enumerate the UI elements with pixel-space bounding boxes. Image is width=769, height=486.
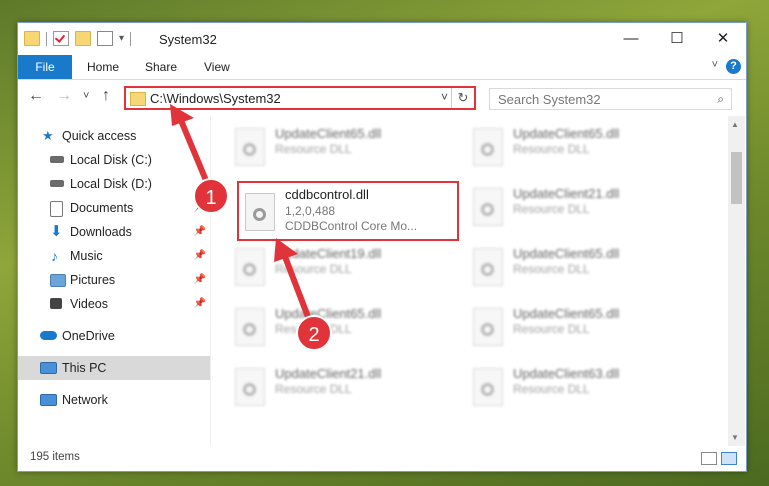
annotation-arrows [170,104,313,324]
step-marker-1: 1 [193,178,229,214]
step-marker-2: 2 [296,315,332,351]
arrow-2-line [281,252,313,324]
